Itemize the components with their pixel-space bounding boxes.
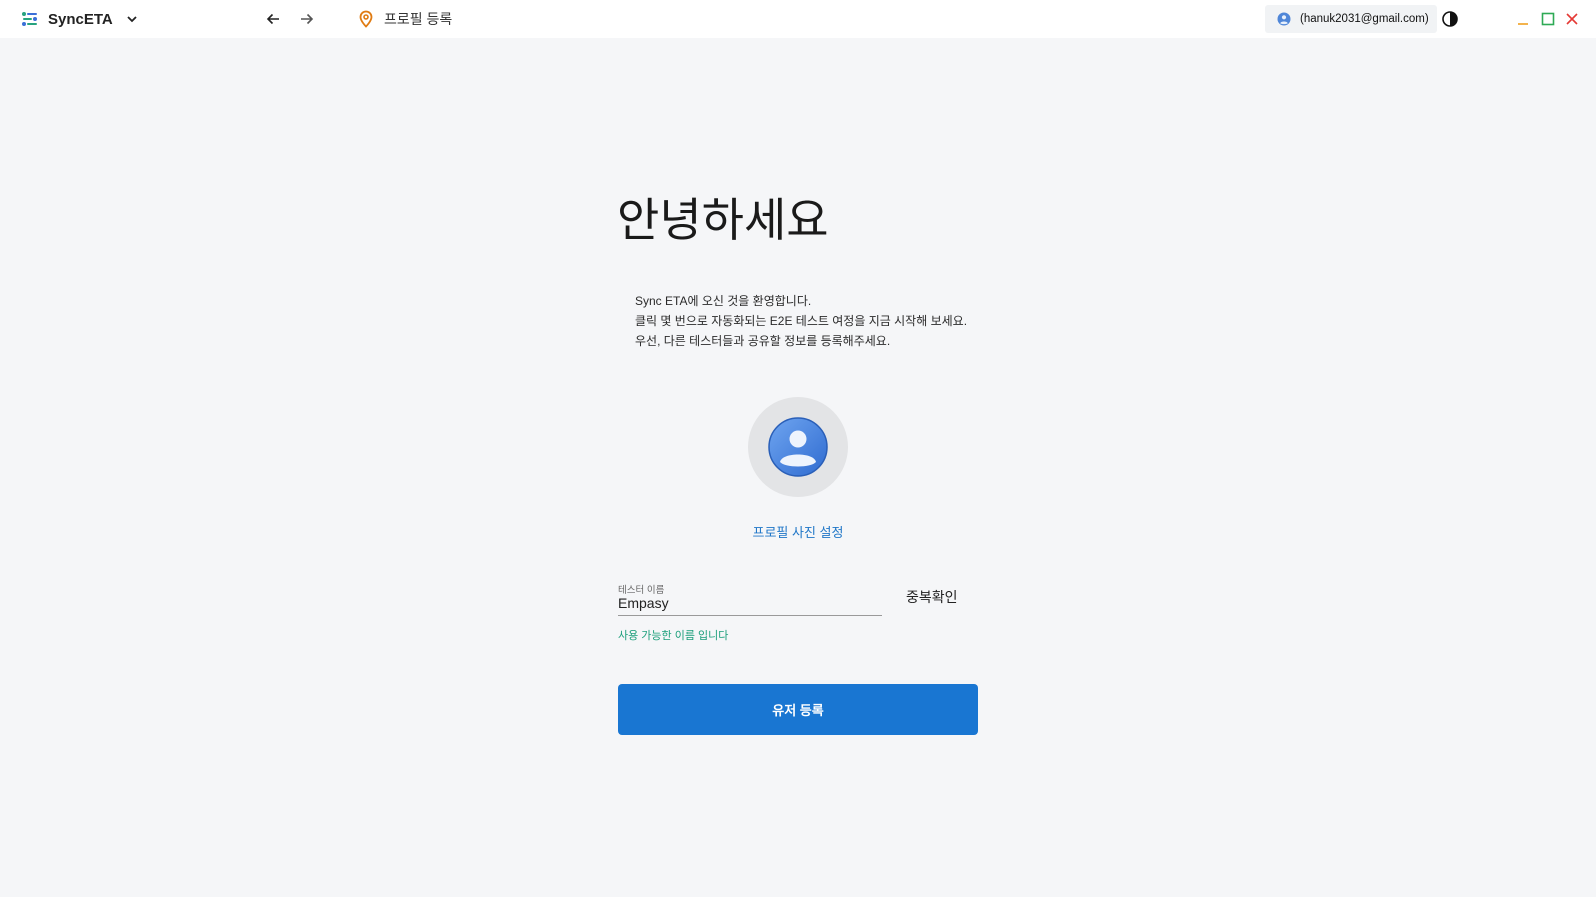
back-button[interactable] xyxy=(262,8,284,30)
chevron-down-icon xyxy=(127,16,137,23)
tester-name-input[interactable] xyxy=(618,590,882,616)
register-user-button[interactable]: 유저 등록 xyxy=(618,684,978,735)
app-switcher[interactable]: SyncETA xyxy=(20,9,139,29)
welcome-line: 클릭 몇 번으로 자동화되는 E2E 테스트 여정을 지금 시작해 보세요. xyxy=(635,314,968,328)
set-profile-photo-link[interactable]: 프로필 사진 설정 xyxy=(698,522,898,541)
user-avatar-icon xyxy=(768,417,828,477)
breadcrumb: 프로필 등록 xyxy=(358,9,452,29)
duplicate-check-button[interactable]: 중복확인 xyxy=(906,587,958,607)
arrow-left-icon xyxy=(266,13,279,25)
name-available-message: 사용 가능한 이름 입니다 xyxy=(618,630,729,642)
app-logo-icon xyxy=(22,12,37,26)
welcome-line: Sync ETA에 오신 것을 환영합니다. xyxy=(635,294,812,308)
arrow-right-icon xyxy=(301,13,314,25)
minimize-icon xyxy=(1518,23,1528,25)
profile-registration-page: 안녕하세요 Sync ETA에 오신 것을 환영합니다. 클릭 몇 번으로 자동… xyxy=(0,38,1596,897)
maximize-icon xyxy=(1541,12,1555,26)
forward-button[interactable] xyxy=(296,8,318,30)
location-pin-icon xyxy=(359,10,373,28)
close-button[interactable] xyxy=(1563,10,1581,28)
minimize-button[interactable] xyxy=(1514,10,1532,28)
profile-avatar[interactable] xyxy=(748,397,848,497)
contrast-icon[interactable] xyxy=(1442,11,1458,27)
app-name: SyncETA xyxy=(48,10,113,28)
welcome-line: 우선, 다른 테스터들과 공유할 정보를 등록해주세요. xyxy=(635,334,891,348)
welcome-message: Sync ETA에 오신 것을 환영합니다. 클릭 몇 번으로 자동화되는 E2… xyxy=(635,291,967,351)
close-icon xyxy=(1566,13,1578,25)
account-email: (hanuk2031@gmail.com) xyxy=(1300,13,1429,25)
maximize-button[interactable] xyxy=(1539,10,1557,28)
title-bar: SyncETA 프로필 등록 (hanuk2031@gmail.com) xyxy=(0,0,1596,38)
globe-avatar-icon xyxy=(1277,12,1291,26)
greeting-heading: 안녕하세요 xyxy=(617,194,829,246)
account-chip[interactable]: (hanuk2031@gmail.com) xyxy=(1265,5,1437,33)
breadcrumb-label: 프로필 등록 xyxy=(384,11,453,27)
